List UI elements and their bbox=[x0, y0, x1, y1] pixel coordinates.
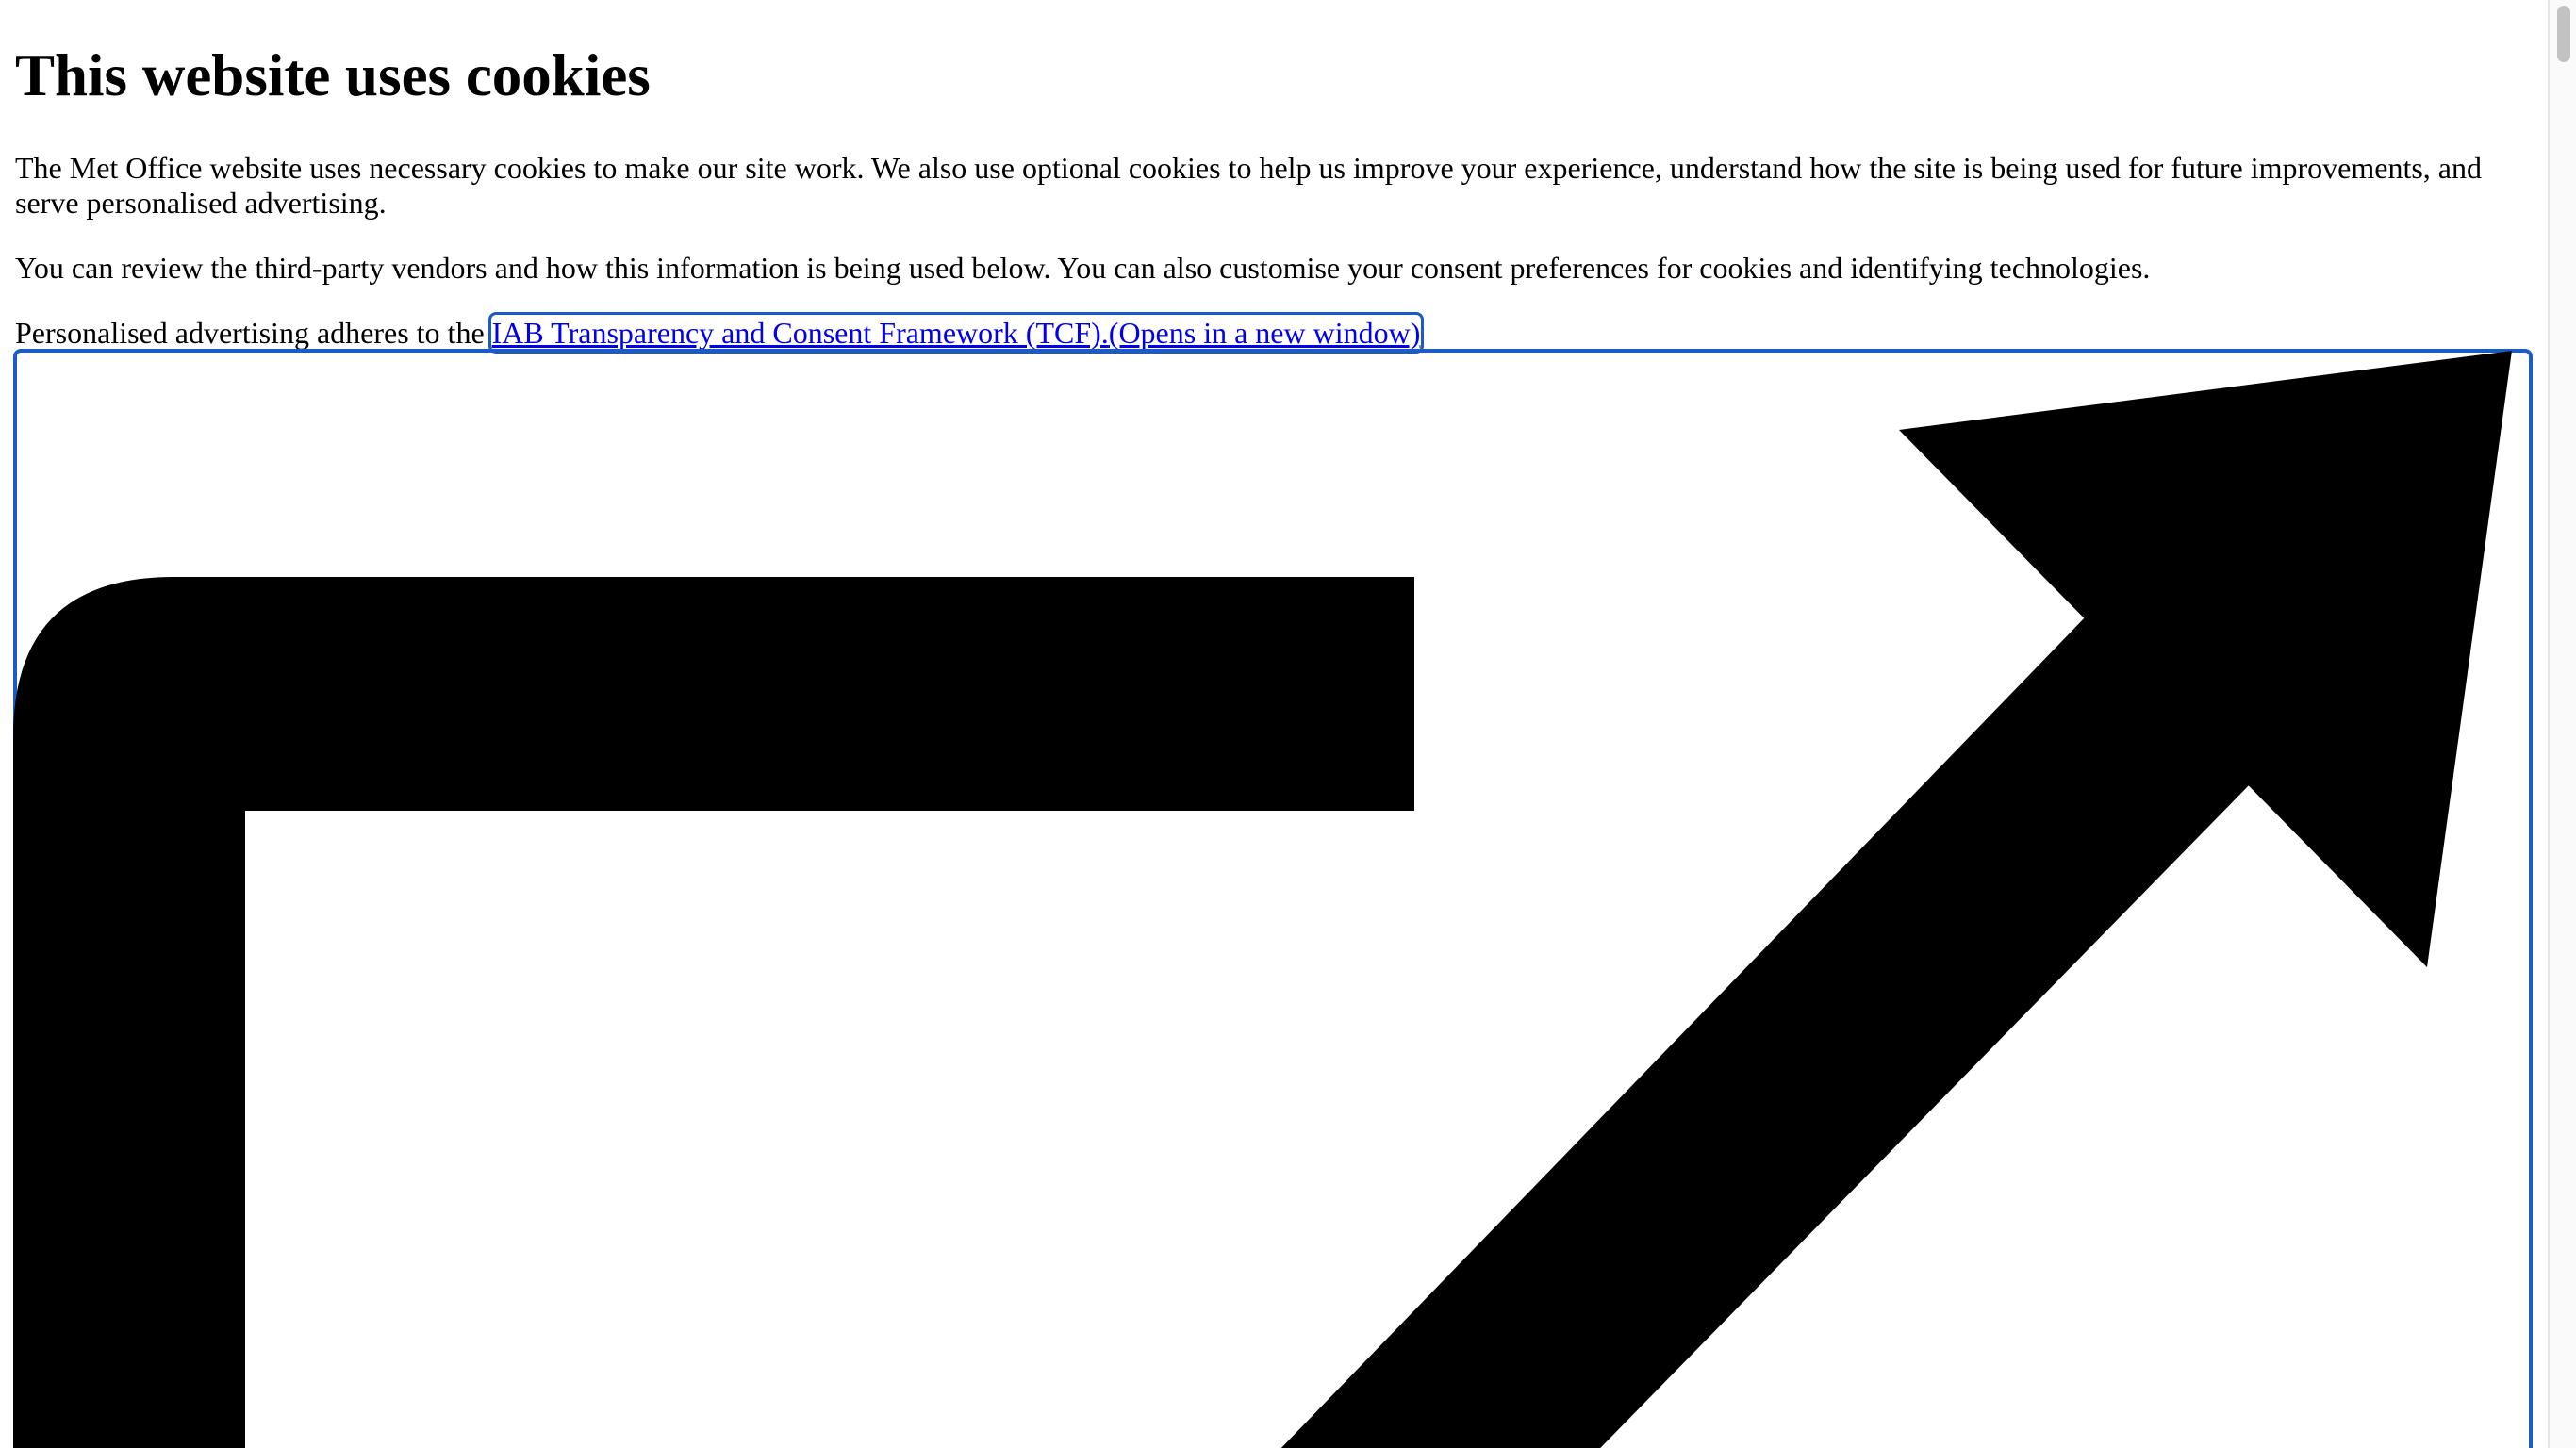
new-window-hint: (Opens in a new window) bbox=[1108, 316, 1421, 350]
dialog-title: This website uses cookies bbox=[15, 42, 651, 108]
cookie-intro-text: The Met Office website uses necessary co… bbox=[15, 151, 2482, 220]
tcf-link-label: IAB Transparency and Consent Framework (… bbox=[491, 316, 1109, 350]
tcf-info-prefix: Personalised advertising adheres to the bbox=[15, 316, 492, 350]
scrollbar-thumb[interactable] bbox=[2557, 6, 2570, 62]
tcf-framework-link[interactable]: IAB Transparency and Consent Framework (… bbox=[487, 312, 1425, 354]
external-link-icon[interactable] bbox=[13, 351, 2533, 1448]
cookie-consent-page: This website uses cookies The Met Office… bbox=[0, 0, 2576, 1448]
vendor-info-text: You can review the third-party vendors a… bbox=[15, 251, 2151, 285]
tcf-info-text: Personalised advertising adheres to the … bbox=[15, 312, 2504, 354]
vertical-scrollbar[interactable] bbox=[2548, 0, 2576, 1448]
